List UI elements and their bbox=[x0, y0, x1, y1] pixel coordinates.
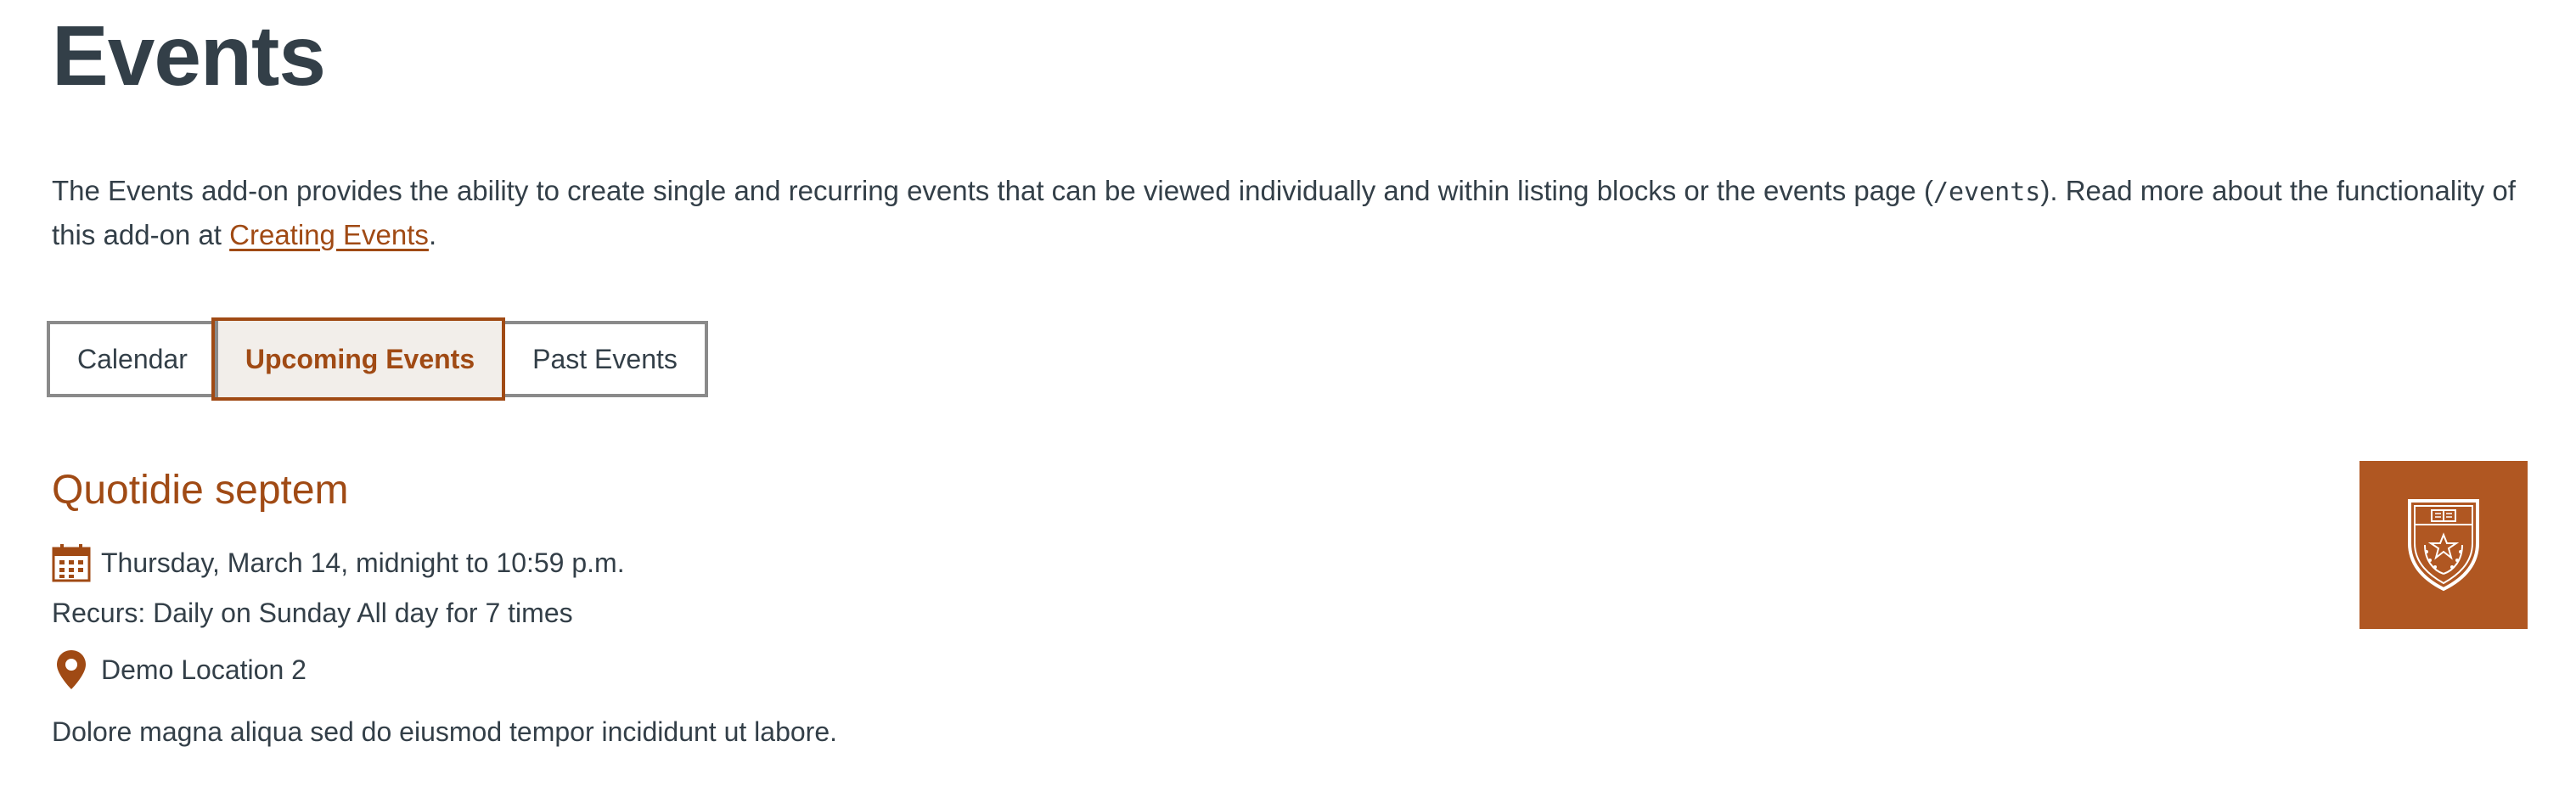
creating-events-link[interactable]: Creating Events bbox=[229, 219, 429, 250]
intro-paragraph: The Events add-on provides the ability t… bbox=[52, 170, 2528, 256]
tab-upcoming-events[interactable]: Upcoming Events bbox=[211, 317, 506, 401]
calendar-icon bbox=[52, 543, 91, 582]
intro-text-after: . bbox=[428, 219, 437, 250]
event-location-row: Demo Location 2 bbox=[52, 650, 307, 689]
events-path-code: /events bbox=[1932, 177, 2041, 207]
event-title-link[interactable]: Quotidie septem bbox=[52, 458, 349, 523]
intro-text-before: The Events add-on provides the ability t… bbox=[52, 175, 1933, 206]
tab-calendar[interactable]: Calendar bbox=[50, 324, 215, 394]
events-view-tabs: Calendar Upcoming Events Past Events bbox=[47, 317, 708, 401]
university-seal-icon bbox=[2403, 492, 2484, 598]
event-list-item: Quotidie septem Thursday, March 14, midn… bbox=[52, 458, 2528, 781]
event-thumbnail[interactable] bbox=[2359, 461, 2528, 629]
event-recurrence-row: Recurs: Daily on Sunday All day for 7 ti… bbox=[52, 596, 573, 630]
event-location-text: Demo Location 2 bbox=[101, 654, 307, 685]
event-date-text: Thursday, March 14, midnight to 10:59 p.… bbox=[101, 548, 625, 578]
event-description: Dolore magna aliqua sed do eiusmod tempo… bbox=[52, 716, 837, 747]
map-pin-icon bbox=[52, 650, 91, 689]
event-recurrence-text: Recurs: Daily on Sunday All day for 7 ti… bbox=[52, 598, 573, 628]
event-date-row: Thursday, March 14, midnight to 10:59 p.… bbox=[52, 543, 625, 582]
tab-past-events[interactable]: Past Events bbox=[502, 324, 705, 394]
page-title: Events bbox=[52, 8, 326, 104]
